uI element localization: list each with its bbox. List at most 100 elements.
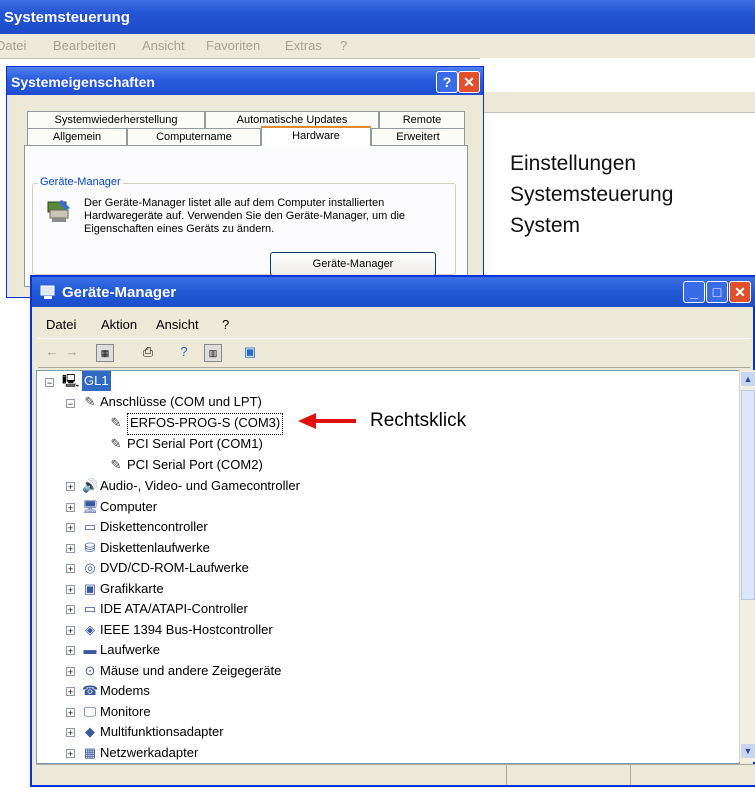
- help-button[interactable]: ?: [436, 71, 458, 93]
- modem-icon: ☎: [82, 683, 99, 698]
- scroll-thumb[interactable]: [741, 390, 755, 600]
- tree-item-display[interactable]: Grafikkarte: [100, 579, 164, 599]
- network-icon: ▦: [83, 744, 97, 760]
- collapse-icon[interactable]: −: [66, 399, 75, 409]
- tree-item-computer[interactable]: Computer: [100, 497, 157, 517]
- port-icon: ✎: [84, 394, 96, 409]
- caption-line: System: [510, 214, 581, 237]
- disk-controller-icon: ▭: [83, 519, 97, 534]
- scroll-down-icon[interactable]: ▼: [741, 744, 755, 758]
- systemsteuerung-title: Systemsteuerung: [4, 9, 130, 26]
- group-description: Der Geräte-Manager listet alle auf dem C…: [84, 197, 406, 235]
- tree-item-anschluesse[interactable]: Anschlüsse (COM und LPT): [100, 392, 262, 412]
- expand-icon[interactable]: +: [66, 523, 75, 533]
- expand-icon[interactable]: +: [66, 584, 75, 594]
- floppy-icon: ⛁: [84, 539, 96, 555]
- instruction-caption: Einstellungen Systemsteuerung System: [510, 148, 673, 241]
- audio-icon: 🔊: [82, 478, 99, 493]
- systemsteuerung-titlebar: Systemsteuerung: [0, 0, 755, 34]
- menu-bearbeiten[interactable]: Bearbeiten: [53, 38, 116, 53]
- mouse-icon: ⊙: [84, 662, 96, 678]
- caption-line: Systemsteuerung: [510, 183, 674, 206]
- tree-item-pci-serial-com2[interactable]: PCI Serial Port (COM2): [127, 455, 263, 475]
- tree-item-erfos-prog[interactable]: ERFOS-PROG-S (COM3): [127, 413, 284, 435]
- arrow-icon: [298, 413, 356, 429]
- computer-icon: [40, 284, 56, 300]
- port-icon: ✎: [110, 457, 122, 472]
- expand-icon[interactable]: +: [66, 543, 75, 553]
- computer-icon: 🖥: [82, 498, 99, 514]
- device-manager-icon: [44, 196, 74, 226]
- vertical-scrollbar[interactable]: ▲ ▼: [739, 370, 755, 762]
- tree-root[interactable]: GL1: [82, 371, 111, 391]
- geraete-manager-titlebar: Geräte-Manager _ □ ✕: [32, 277, 755, 307]
- cdrom-icon: ◎: [84, 560, 96, 575]
- scroll-up-icon[interactable]: ▲: [741, 372, 755, 386]
- expand-icon[interactable]: +: [66, 482, 75, 492]
- expand-icon[interactable]: +: [66, 748, 75, 758]
- print-icon[interactable]: ⎙: [140, 344, 156, 360]
- tab-computername[interactable]: Computername: [127, 128, 261, 145]
- ide-icon: ▭: [83, 601, 97, 616]
- monitor-icon: 🖵: [83, 703, 97, 719]
- tab-hardware[interactable]: Hardware: [261, 126, 371, 146]
- tab-remote[interactable]: Remote: [379, 111, 465, 128]
- tab-allgemein[interactable]: Allgemein: [27, 128, 127, 145]
- expand-icon[interactable]: +: [66, 666, 75, 676]
- maximize-button[interactable]: □: [706, 281, 728, 303]
- menu-extras[interactable]: Extras: [285, 38, 322, 53]
- menu-datei[interactable]: Datei: [46, 317, 76, 332]
- menu-ansicht[interactable]: Ansicht: [142, 38, 185, 53]
- close-button[interactable]: ✕: [458, 71, 480, 93]
- close-button[interactable]: ✕: [729, 281, 751, 303]
- ieee1394-icon: ◈: [85, 621, 95, 637]
- properties-icon[interactable]: ▦: [96, 344, 114, 362]
- expand-icon[interactable]: +: [66, 707, 75, 717]
- tree-item-ide[interactable]: IDE ATA/ATAPI-Controller: [100, 599, 248, 619]
- expand-icon[interactable]: +: [66, 687, 75, 697]
- forward-icon[interactable]: →: [64, 344, 80, 360]
- status-bar: [36, 764, 755, 785]
- menu-help[interactable]: ?: [222, 317, 229, 332]
- port-icon: ✎: [110, 436, 122, 451]
- expand-icon[interactable]: +: [66, 564, 75, 574]
- expand-icon[interactable]: +: [66, 605, 75, 615]
- tree-item-drive[interactable]: Laufwerke: [100, 640, 160, 660]
- display-icon: ▣: [83, 580, 97, 596]
- status-divider: [630, 765, 631, 785]
- tree-item-pci-serial-com1[interactable]: PCI Serial Port (COM1): [127, 434, 263, 454]
- tree-item-network[interactable]: Netzwerkadapter: [100, 743, 198, 763]
- help-icon[interactable]: ?: [176, 344, 192, 360]
- menu-datei[interactable]: Datei: [0, 38, 26, 53]
- tree-item-audio[interactable]: Audio-, Video- und Gamecontroller: [100, 476, 300, 496]
- tree-item-cdrom[interactable]: DVD/CD-ROM-Laufwerke: [100, 558, 249, 578]
- back-icon[interactable]: ←: [44, 344, 60, 360]
- expand-icon[interactable]: +: [66, 646, 75, 656]
- dialog-title: Systemeigenschaften: [11, 74, 155, 90]
- expand-icon[interactable]: +: [66, 728, 75, 738]
- expand-icon[interactable]: +: [66, 502, 75, 512]
- view-icon[interactable]: ▥: [204, 344, 222, 362]
- tree-item-modem[interactable]: Modems: [100, 681, 150, 701]
- caption-line: Einstellungen: [510, 152, 637, 175]
- tree-item-ieee1394[interactable]: IEEE 1394 Bus-Hostcontroller: [100, 620, 273, 640]
- menu-favoriten[interactable]: Favoriten: [206, 38, 260, 53]
- scan-icon[interactable]: ▣: [242, 344, 258, 360]
- tree-item-floppy[interactable]: Diskettenlaufwerke: [100, 538, 210, 558]
- menu-help[interactable]: ?: [340, 38, 347, 53]
- tab-systemwiederherstellung[interactable]: Systemwiederherstellung: [27, 111, 205, 128]
- menu-aktion[interactable]: Aktion: [101, 317, 137, 332]
- tab-erweitert[interactable]: Erweitert: [371, 128, 465, 145]
- expand-icon[interactable]: +: [66, 625, 75, 635]
- minimize-button[interactable]: _: [683, 281, 705, 303]
- menu-ansicht[interactable]: Ansicht: [156, 317, 199, 332]
- multifunction-icon: ◆: [85, 724, 95, 739]
- collapse-icon[interactable]: −: [45, 378, 54, 388]
- drive-icon: ▬: [83, 642, 97, 657]
- tree-item-monitor[interactable]: Monitore: [100, 702, 151, 722]
- tree-item-disk-controller[interactable]: Diskettencontroller: [100, 517, 208, 537]
- tree-item-multifunction[interactable]: Multifunktionsadapter: [100, 722, 224, 742]
- tree-item-mouse[interactable]: Mäuse und andere Zeigegeräte: [100, 661, 281, 681]
- computer-icon: 🖳: [62, 373, 80, 388]
- geraete-manager-button[interactable]: Geräte-Manager: [270, 252, 436, 276]
